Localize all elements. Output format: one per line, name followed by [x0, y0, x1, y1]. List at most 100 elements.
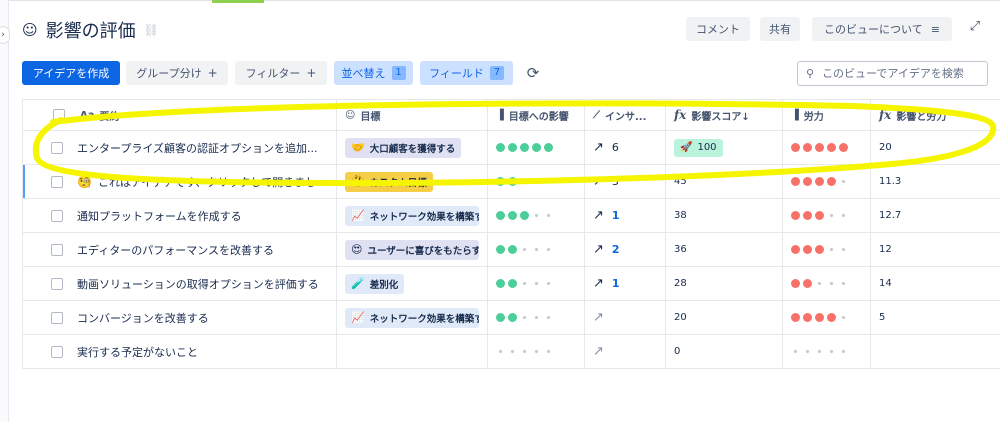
- effort-cell[interactable]: [782, 335, 870, 368]
- goal-cell[interactable]: 🤝 大口顧客を獲得する: [336, 131, 487, 164]
- column-header-goal[interactable]: ☺ 目標: [336, 100, 487, 130]
- table-row[interactable]: 実行する予定がないこと ↗ 0: [22, 335, 1000, 369]
- create-idea-button[interactable]: アイデアを作成: [22, 61, 120, 85]
- insights-cell[interactable]: ↗: [584, 301, 665, 334]
- insights-cell[interactable]: ↗ 1: [584, 267, 665, 300]
- table-row[interactable]: コンバージョンを改善する 📈 ネットワーク効果を構築す ↗ 20 5: [22, 301, 1000, 335]
- table-row[interactable]: 動画ソリューションの取得オプションを評価する 🧪 差別化 ↗ 1 28 14: [22, 267, 1000, 301]
- goal-cell[interactable]: [336, 335, 487, 368]
- link-icon[interactable]: ⛓: [144, 23, 159, 37]
- idea-summary[interactable]: エンタープライズ顧客の認証オプションを追加...: [77, 140, 318, 156]
- table-row[interactable]: エンタープライズ顧客の認証オプションを追加... 🤝 大口顧客を獲得する ↗ 6 🚀 100…: [22, 131, 1000, 165]
- impact-rating[interactable]: [496, 143, 553, 152]
- summary-cell[interactable]: エンタープライズ顧客の認証オプションを追加...: [22, 131, 336, 164]
- effort-rating[interactable]: [791, 350, 848, 353]
- effort-rating[interactable]: [791, 211, 848, 220]
- goal-impact-cell[interactable]: [487, 233, 584, 266]
- auto-refresh-icon[interactable]: ⟳: [523, 61, 543, 85]
- summary-cell[interactable]: 動画ソリューションの取得オプションを評価する: [22, 267, 336, 300]
- column-header-summary[interactable]: Aa 要約: [22, 100, 336, 130]
- column-header-impact-effort[interactable]: fx 影響と労力: [870, 100, 1000, 130]
- share-button[interactable]: 共有: [760, 17, 800, 41]
- goal-cell[interactable]: 🤔 カスタム目標: [336, 165, 487, 198]
- insights-value[interactable]: ↗ 1: [593, 276, 620, 291]
- goal-impact-cell[interactable]: [487, 335, 584, 368]
- goal-cell[interactable]: 📈 ネットワーク効果を構築す: [336, 199, 487, 232]
- goal-chip[interactable]: 📈 ネットワーク効果を構築す: [345, 205, 479, 226]
- insights-value[interactable]: ↗ 2: [593, 242, 620, 257]
- insights-count[interactable]: 2: [612, 243, 620, 256]
- impact-rating[interactable]: [496, 313, 553, 322]
- insights-value[interactable]: ↗: [593, 310, 604, 325]
- comment-button[interactable]: コメント: [686, 17, 750, 41]
- idea-summary[interactable]: 実行する予定がないこと: [77, 344, 198, 360]
- effort-cell[interactable]: [782, 233, 870, 266]
- impact-rating[interactable]: [496, 245, 553, 254]
- fields-button[interactable]: フィールド 7: [420, 61, 513, 85]
- insights-cell[interactable]: ↗ 1: [584, 199, 665, 232]
- impact-rating[interactable]: [496, 177, 553, 186]
- goal-impact-cell[interactable]: [487, 165, 584, 198]
- goal-impact-cell[interactable]: [487, 199, 584, 232]
- row-checkbox[interactable]: [51, 345, 63, 358]
- goal-chip[interactable]: 📈 ネットワーク効果を構築す: [345, 307, 479, 328]
- insights-cell[interactable]: ↗ 3: [584, 165, 665, 198]
- goal-chip[interactable]: 🤔 カスタム目標: [345, 171, 433, 192]
- goal-chip[interactable]: 😍 ユーザーに喜びをもたらす: [345, 239, 479, 260]
- insights-value[interactable]: ↗ 1: [593, 208, 620, 223]
- insights-cell[interactable]: ↗: [584, 335, 665, 368]
- row-checkbox[interactable]: [51, 175, 63, 188]
- sidebar-collapse-button[interactable]: ›: [0, 26, 10, 44]
- table-row[interactable]: 🧐 これはアイデアです、クリックして開きまし... 🤔 カスタム目標 ↗ 3 45 11.3: [22, 165, 1000, 199]
- row-checkbox[interactable]: [51, 209, 63, 222]
- insights-value[interactable]: ↗ 6: [593, 140, 619, 155]
- goal-impact-cell[interactable]: [487, 267, 584, 300]
- column-header-effort[interactable]: ▐ 労力: [782, 100, 870, 130]
- sort-button[interactable]: 並べ替え 1: [334, 61, 413, 85]
- view-emoji-icon[interactable]: ☺: [22, 21, 38, 39]
- insights-value[interactable]: ↗ 3: [593, 174, 619, 189]
- idea-summary[interactable]: コンバージョンを改善する: [77, 310, 209, 326]
- summary-cell[interactable]: 🧐 これはアイデアです、クリックして開きまし...: [22, 165, 336, 198]
- idea-summary[interactable]: 動画ソリューションの取得オプションを評価する: [77, 276, 319, 292]
- idea-summary[interactable]: これはアイデアです、クリックして開きまし...: [98, 174, 327, 190]
- table-row[interactable]: 通知プラットフォームを作成する 📈 ネットワーク効果を構築す ↗ 1 38 12.7: [22, 199, 1000, 233]
- impact-rating[interactable]: [496, 211, 553, 220]
- effort-cell[interactable]: [782, 267, 870, 300]
- effort-rating[interactable]: [791, 143, 848, 152]
- goal-cell[interactable]: 😍 ユーザーに喜びをもたらす: [336, 233, 487, 266]
- filter-button[interactable]: フィルター +: [235, 61, 327, 85]
- fullscreen-expand-icon[interactable]: ⤢: [966, 19, 984, 37]
- goal-impact-cell[interactable]: [487, 301, 584, 334]
- summary-cell[interactable]: コンバージョンを改善する: [22, 301, 336, 334]
- goal-impact-cell[interactable]: [487, 131, 584, 164]
- effort-rating[interactable]: [791, 313, 848, 322]
- table-row[interactable]: エディターのパフォーマンスを改善する 😍 ユーザーに喜びをもたらす ↗ 2 36 12: [22, 233, 1000, 267]
- goal-chip[interactable]: 🤝 大口顧客を獲得する: [345, 137, 462, 158]
- row-checkbox[interactable]: [51, 311, 63, 324]
- idea-summary[interactable]: 通知プラットフォームを作成する: [77, 208, 242, 224]
- effort-cell[interactable]: [782, 301, 870, 334]
- insights-count[interactable]: 1: [612, 277, 620, 290]
- effort-rating[interactable]: [791, 177, 848, 186]
- column-header-goal-impact[interactable]: ▐ 目標への影響: [487, 100, 584, 130]
- search-input[interactable]: [822, 67, 973, 80]
- insights-cell[interactable]: ↗ 2: [584, 233, 665, 266]
- effort-cell[interactable]: [782, 199, 870, 232]
- column-header-impact-score[interactable]: fx 影響スコア↓: [665, 100, 782, 130]
- insights-value[interactable]: ↗: [593, 344, 604, 359]
- row-checkbox[interactable]: [51, 243, 63, 256]
- row-checkbox[interactable]: [51, 141, 63, 154]
- idea-summary[interactable]: エディターのパフォーマンスを改善する: [77, 242, 274, 258]
- insights-cell[interactable]: ↗ 6: [584, 131, 665, 164]
- effort-rating[interactable]: [791, 245, 848, 254]
- about-view-button[interactable]: このビューについて ≡: [812, 17, 952, 41]
- summary-cell[interactable]: 実行する予定がないこと: [22, 335, 336, 368]
- search-box[interactable]: ⚲: [797, 61, 988, 86]
- impact-rating[interactable]: [496, 350, 553, 353]
- effort-cell[interactable]: [782, 131, 870, 164]
- column-header-insights[interactable]: ⟋ インサ...: [584, 100, 665, 130]
- select-all-checkbox[interactable]: [53, 109, 65, 121]
- goal-cell[interactable]: 📈 ネットワーク効果を構築す: [336, 301, 487, 334]
- goal-chip[interactable]: 🧪 差別化: [345, 273, 405, 294]
